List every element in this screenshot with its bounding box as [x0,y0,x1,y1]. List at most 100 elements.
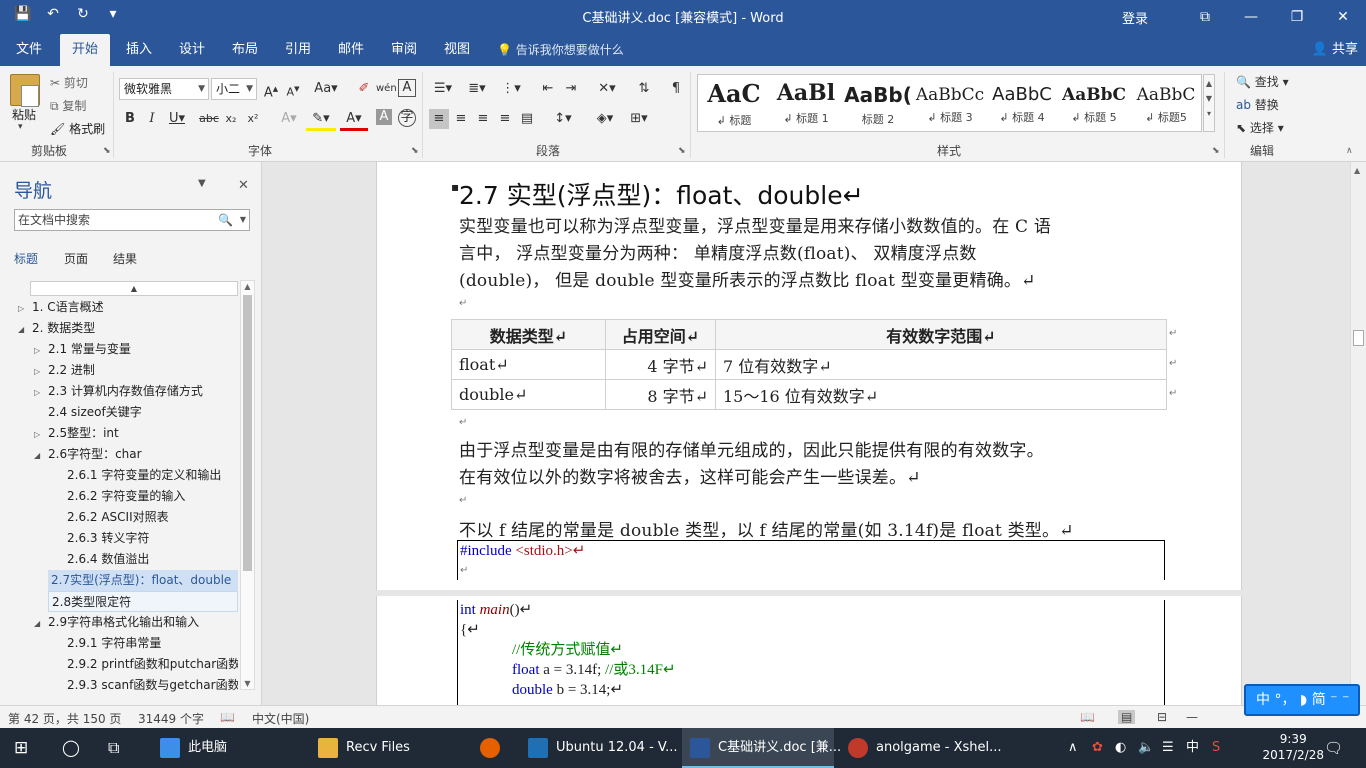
zoom-out-icon[interactable]: — [1186,710,1198,724]
align-left-icon[interactable]: ≡ [429,109,449,129]
taskbar-xshell[interactable]: anolgame - Xshel... [848,728,1014,768]
borders-icon[interactable]: ⊞▾ [625,109,653,129]
nav-item[interactable]: 2.4 sizeof关键字 [34,402,224,423]
document-scrollbar[interactable]: ▲ [1350,162,1366,705]
firefox-icon[interactable] [480,728,508,768]
more-icon[interactable]: ▾ [1204,109,1214,118]
cut-button[interactable]: ✂ 剪切 [50,74,88,91]
nav-item[interactable]: 2.9.2 printf函数和putchar函数 [53,654,238,675]
show-marks-icon[interactable]: ¶ [666,79,686,99]
nav-item[interactable]: ◢ 2.9字符串格式化输出和输入 [34,612,239,633]
nav-item[interactable]: ▷ 2.1 常量与变量 [34,339,224,360]
nav-close-icon[interactable]: ✕ [238,178,249,193]
align-center-icon[interactable]: ≡ [451,109,471,129]
subscript-icon[interactable]: x₂ [221,109,241,129]
expand-icon[interactable]: ▷ [18,298,32,318]
clipboard-launcher-icon[interactable]: ⬊ [103,146,111,156]
nav-search-input[interactable]: 在文档中搜索 🔍 ▼ [14,209,250,231]
taskbar-word[interactable]: C基础讲义.doc [兼... [682,728,841,768]
minimize-icon[interactable]: — [1228,9,1274,25]
cortana-icon[interactable]: ◯ [62,728,80,768]
chevron-up-icon[interactable]: ▲ [241,282,254,291]
tab-review[interactable]: 审阅 [383,34,425,66]
expand-icon[interactable]: ◢ [18,319,32,339]
tray-wifi-icon[interactable]: ☰ [1162,728,1174,768]
share-button[interactable]: 👤 共享 [1312,34,1358,66]
copy-button[interactable]: ⧉ 复制 [50,97,86,114]
page-count[interactable]: 第 42 页，共 150 页 [8,710,121,727]
superscript-icon[interactable]: x² [243,109,263,129]
highlight-icon[interactable]: ✎▾ [306,109,336,131]
collapse-all-icon[interactable]: ▲ [30,281,238,296]
text-effects-icon[interactable]: A▾ [276,109,302,129]
system-clock[interactable]: 9:39 2017/2/28 [1262,731,1324,763]
sort-icon[interactable]: ⇅ [634,79,654,99]
replace-button[interactable]: ab 替换 [1236,96,1279,113]
paragraph-launcher-icon[interactable]: ⬊ [678,146,686,156]
nav-options-icon[interactable]: ▼ [198,178,206,189]
nav-tab-results[interactable]: 结果 [113,250,137,267]
volume-icon[interactable]: 🔈 [1138,728,1154,768]
nav-item-current[interactable]: 2.7实型(浮点型)：float、double [48,570,238,591]
grow-font-icon[interactable]: A▲ [261,79,281,100]
ribbon-display-icon[interactable]: ⧉ [1182,9,1228,25]
web-layout-icon[interactable]: ⊟ [1157,710,1167,724]
search-icon[interactable]: 🔍 [218,210,233,230]
char-shading-icon[interactable]: A [376,109,392,125]
bullets-icon[interactable]: ☰▾ [429,79,457,99]
nav-item[interactable]: 2.9.1 字符串常量 [53,633,238,654]
enclose-char-icon[interactable]: 字 [398,109,416,127]
shrink-font-icon[interactable]: A▼ [283,79,303,99]
style-heading-2[interactable]: AaBb(标题 2 [842,75,914,131]
align-right-icon[interactable]: ≡ [473,109,493,129]
distributed-icon[interactable]: ▤ [517,109,537,129]
font-size-combo[interactable]: 小二 ▼ [211,78,257,100]
bold-icon[interactable]: B [120,109,140,129]
chinese-layout-icon[interactable]: ✕▾ [594,79,620,99]
nav-item[interactable]: ◢ 2.6字符型：char [34,444,224,465]
document-page-2[interactable]: int main()↵ {↵ //传统方式赋值↵ float a = 3.14f… [376,596,1242,705]
nav-item[interactable]: ▷ 2.2 进制 [34,360,224,381]
login-button[interactable]: 登录 [1122,8,1148,27]
expand-icon[interactable]: ▷ [34,382,48,402]
nav-item[interactable]: 2.6.3 转义字符 [53,528,238,549]
expand-icon[interactable]: ◢ [34,613,48,633]
ime-toolbar[interactable]: 中 °， ◗ 简 ⁻ ⁻ [1244,684,1360,716]
change-case-icon[interactable]: Aa▾ [310,79,342,99]
expand-icon[interactable]: ◢ [34,445,48,465]
chevron-down-icon[interactable]: ▼ [240,210,246,230]
language-indicator[interactable]: 中文(中国) [252,710,309,727]
close-icon[interactable]: ✕ [1320,9,1366,25]
expand-icon[interactable]: ▷ [34,340,48,360]
nav-item-hover[interactable]: 2.8类型限定符 [48,591,238,612]
chevron-down-icon[interactable]: ▼ [241,679,254,688]
nav-item[interactable]: 2.6.1 字符变量的定义和输出 [53,465,238,486]
multilevel-list-icon[interactable]: ⋮▾ [497,79,525,99]
proofing-icon[interactable]: 📖 [220,710,235,724]
tab-view[interactable]: 视图 [436,34,478,66]
font-name-combo[interactable]: 微软雅黑 ▼ [119,78,209,100]
task-view-icon[interactable]: ⧉ [108,728,119,768]
italic-icon[interactable]: I [142,109,162,129]
nav-tab-headings[interactable]: 标题 [14,250,38,267]
shading-icon[interactable]: ◈▾ [591,109,619,129]
tray-ime-indicator[interactable]: 中 [1186,728,1199,768]
nav-item[interactable]: ▷ 2.3 计算机内存数值存储方式 [34,381,239,402]
print-layout-icon[interactable]: ▤ [1118,710,1136,724]
taskbar-recv-files[interactable]: Recv Files [318,728,422,768]
select-button[interactable]: ⬉ 选择 ▾ [1236,119,1284,136]
underline-icon[interactable]: U▾ [164,109,190,129]
tab-references[interactable]: 引用 [277,34,319,66]
styles-launcher-icon[interactable]: ⬊ [1212,146,1220,156]
style-heading-1[interactable]: AaBl ↲ 标题 1 [770,75,842,131]
format-painter-button[interactable]: 🖌 格式刷 [50,120,105,137]
word-count[interactable]: 31449 个字 [138,710,204,727]
chevron-down-icon[interactable]: ▼ [1204,94,1214,103]
style-heading-4[interactable]: AaBbC ↲ 标题 4 [986,75,1058,131]
numbering-icon[interactable]: ≣▾ [463,79,491,99]
paste-dropdown-icon[interactable]: ▾ [18,122,23,132]
nav-item[interactable]: ▷ 1. C语言概述 [18,297,208,318]
tab-file[interactable]: 文件 [8,34,50,66]
maximize-icon[interactable]: ❐ [1274,9,1320,25]
nav-scrollbar[interactable]: ▲ ▼ [240,280,255,690]
